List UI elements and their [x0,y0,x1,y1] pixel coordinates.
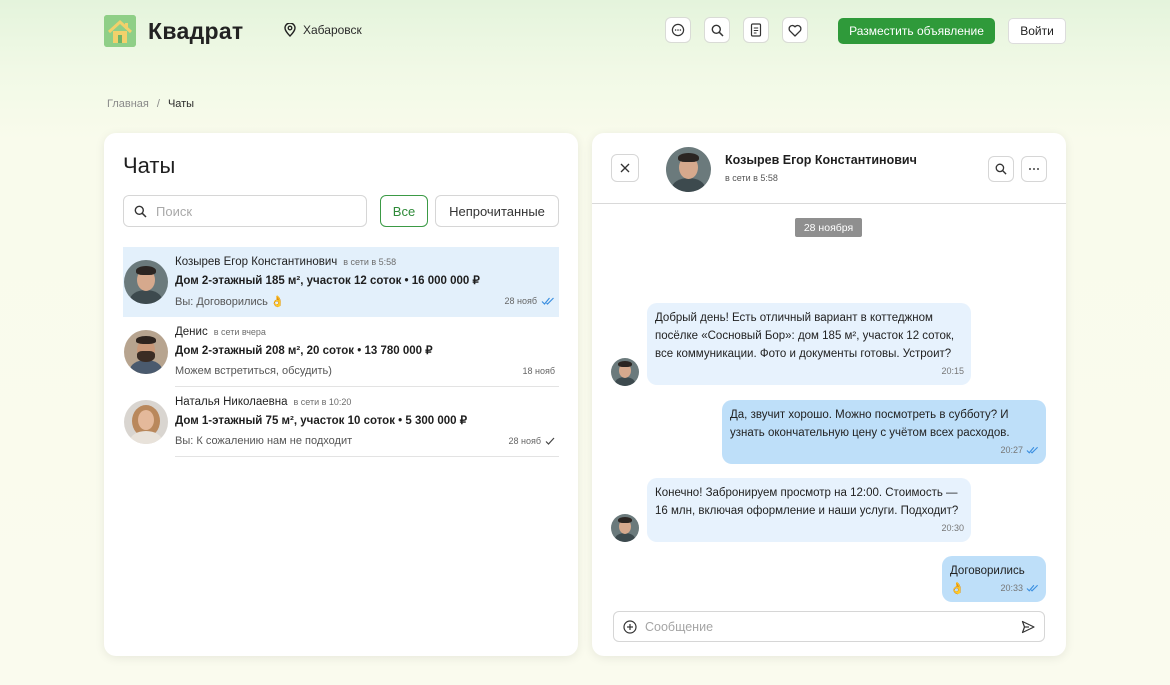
message-time: 20:27 [1000,441,1039,459]
search-button[interactable] [704,17,730,43]
message-time: 20:15 [941,362,964,380]
city-selector[interactable]: Хабаровск [284,23,362,37]
chat-meta: 28 нояб [504,296,555,306]
chat-ad-title: Дом 1-этажный 75 м², участок 10 соток • … [175,415,468,427]
message-time: 20:30 [941,519,964,537]
message-time-text: 20:27 [1000,445,1023,455]
chat-meta: 18 нояб [522,366,555,376]
message-time-text: 20:30 [941,523,964,533]
search-icon [995,163,1007,175]
chat-contact-name: Наталья Николаевна в сети в 10:20 [175,396,351,408]
message-time-text: 20:33 [1000,583,1023,593]
search-icon [711,24,724,37]
filter-unread-button[interactable]: Непрочитанные [435,195,559,227]
document-icon [750,23,762,37]
message-line: 16 млн, включая оформление и наши услуги… [655,505,959,517]
divider [592,203,1066,204]
more-dots-icon [1029,168,1039,170]
contact-name: Наталья Николаевна [175,396,288,408]
breadcrumb-separator: / [156,98,160,110]
chat-list-panel: Чаты Поиск Все Непрочитанные Козырев Его… [104,133,578,656]
search-placeholder: Поиск [156,203,193,219]
chat-meta: 28 нояб [508,436,555,446]
message-line: Да, звучит хорошо. Можно посмотреть в су… [730,409,1009,421]
more-options-button[interactable] [1021,156,1047,182]
documents-button[interactable] [743,17,769,43]
avatar [124,400,168,444]
login-button[interactable]: Войти [1008,18,1066,44]
close-chat-button[interactable] [611,154,639,182]
message-bubble-incoming: Добрый день! Есть отличный вариант в кот… [647,303,971,385]
message-input[interactable]: Сообщение [613,611,1045,642]
message-bubble-incoming: Конечно! Забронируем просмотр на 12:00. … [647,478,971,542]
contact-name: Козырев Егор Константинович [175,256,338,268]
city-name: Хабаровск [303,23,362,37]
chat-list-item[interactable]: Козырев Егор Константинович в сети в 5:58… [123,247,559,317]
filter-all-button[interactable]: Все [380,195,428,227]
close-icon [620,163,630,173]
add-attachment-icon[interactable] [623,619,637,634]
avatar [611,514,639,542]
messages-button[interactable] [665,17,691,43]
message-line: Конечно! Забронируем просмотр на 12:00. … [655,487,958,499]
top-header: Квадрат Хабаровск Разместить объявление … [0,0,1170,62]
house-logo-icon [104,15,136,47]
chat-date: 28 нояб [508,436,541,446]
conversation-online-status: в сети в 5:58 [725,173,778,183]
chat-last-message: Вы: К сожалению нам не подходит [175,435,353,447]
contact-name: Денис [175,326,208,338]
search-in-chat-button[interactable] [988,156,1014,182]
message-line: все коммуникации. Фото и документы готов… [655,348,952,360]
message-line: узнать окончательную цену с учётом всех … [730,427,1010,439]
favorites-button[interactable] [782,17,808,43]
date-divider: 28 ноября [795,218,862,237]
chat-ad-title: Дом 2-этажный 185 м², участок 12 соток •… [175,275,480,287]
message-bubble-outgoing: Договорились 👌 20:33 [942,556,1046,602]
chat-last-message: Можем встретиться, обсудить) [175,365,332,377]
post-ad-button[interactable]: Разместить объявление [838,18,995,44]
message-bubble-outgoing: Да, звучит хорошо. Можно посмотреть в су… [722,400,1046,464]
double-check-icon [1026,584,1039,592]
breadcrumb: Главная / Чаты [107,98,194,110]
chat-last-message: Вы: Договорились 👌 [175,296,285,308]
message-line: Добрый день! Есть отличный вариант в кот… [655,312,933,324]
chat-ad-title: Дом 2-этажный 208 м², 20 соток • 13 780 … [175,345,433,357]
logo[interactable]: Квадрат [104,15,243,47]
send-icon[interactable] [1021,620,1035,634]
message-placeholder: Сообщение [645,619,714,634]
double-check-icon [1026,446,1039,454]
avatar [124,260,168,304]
check-icon [545,437,555,445]
avatar [666,147,711,192]
chat-list-item[interactable]: Денис в сети вчера Дом 2-этажный 208 м², … [123,317,559,387]
avatar [611,358,639,386]
search-icon [134,205,147,218]
page-title: Чаты [123,153,176,178]
avatar [124,330,168,374]
chat-bubble-icon [671,23,685,37]
divider [175,456,559,457]
online-status: в сети в 10:20 [293,397,352,407]
conversation-panel: Козырев Егор Константинович в сети в 5:5… [592,133,1066,656]
breadcrumb-home[interactable]: Главная [107,98,149,110]
message-time-text: 20:15 [941,366,964,376]
chat-list-item[interactable]: Наталья Николаевна в сети в 10:20 Дом 1-э… [123,387,559,457]
chat-search-input[interactable]: Поиск [123,195,367,227]
breadcrumb-current: Чаты [167,98,195,110]
chat-contact-name: Денис в сети вчера [175,326,266,338]
chat-date: 28 нояб [504,296,537,306]
double-check-icon [541,297,554,305]
location-pin-icon [284,23,296,37]
brand-name: Квадрат [148,17,244,44]
heart-icon [788,24,802,37]
chat-date: 18 нояб [522,366,555,376]
online-status: в сети вчера [213,327,266,337]
conversation-contact-name: Козырев Егор Константинович [725,153,917,167]
message-time: 20:33 [1000,579,1039,597]
online-status: в сети в 5:58 [343,257,397,267]
chat-contact-name: Козырев Егор Константинович в сети в 5:58 [175,256,396,268]
message-line: посёлке «Сосновый Бор»: дом 185 м², учас… [655,330,955,342]
